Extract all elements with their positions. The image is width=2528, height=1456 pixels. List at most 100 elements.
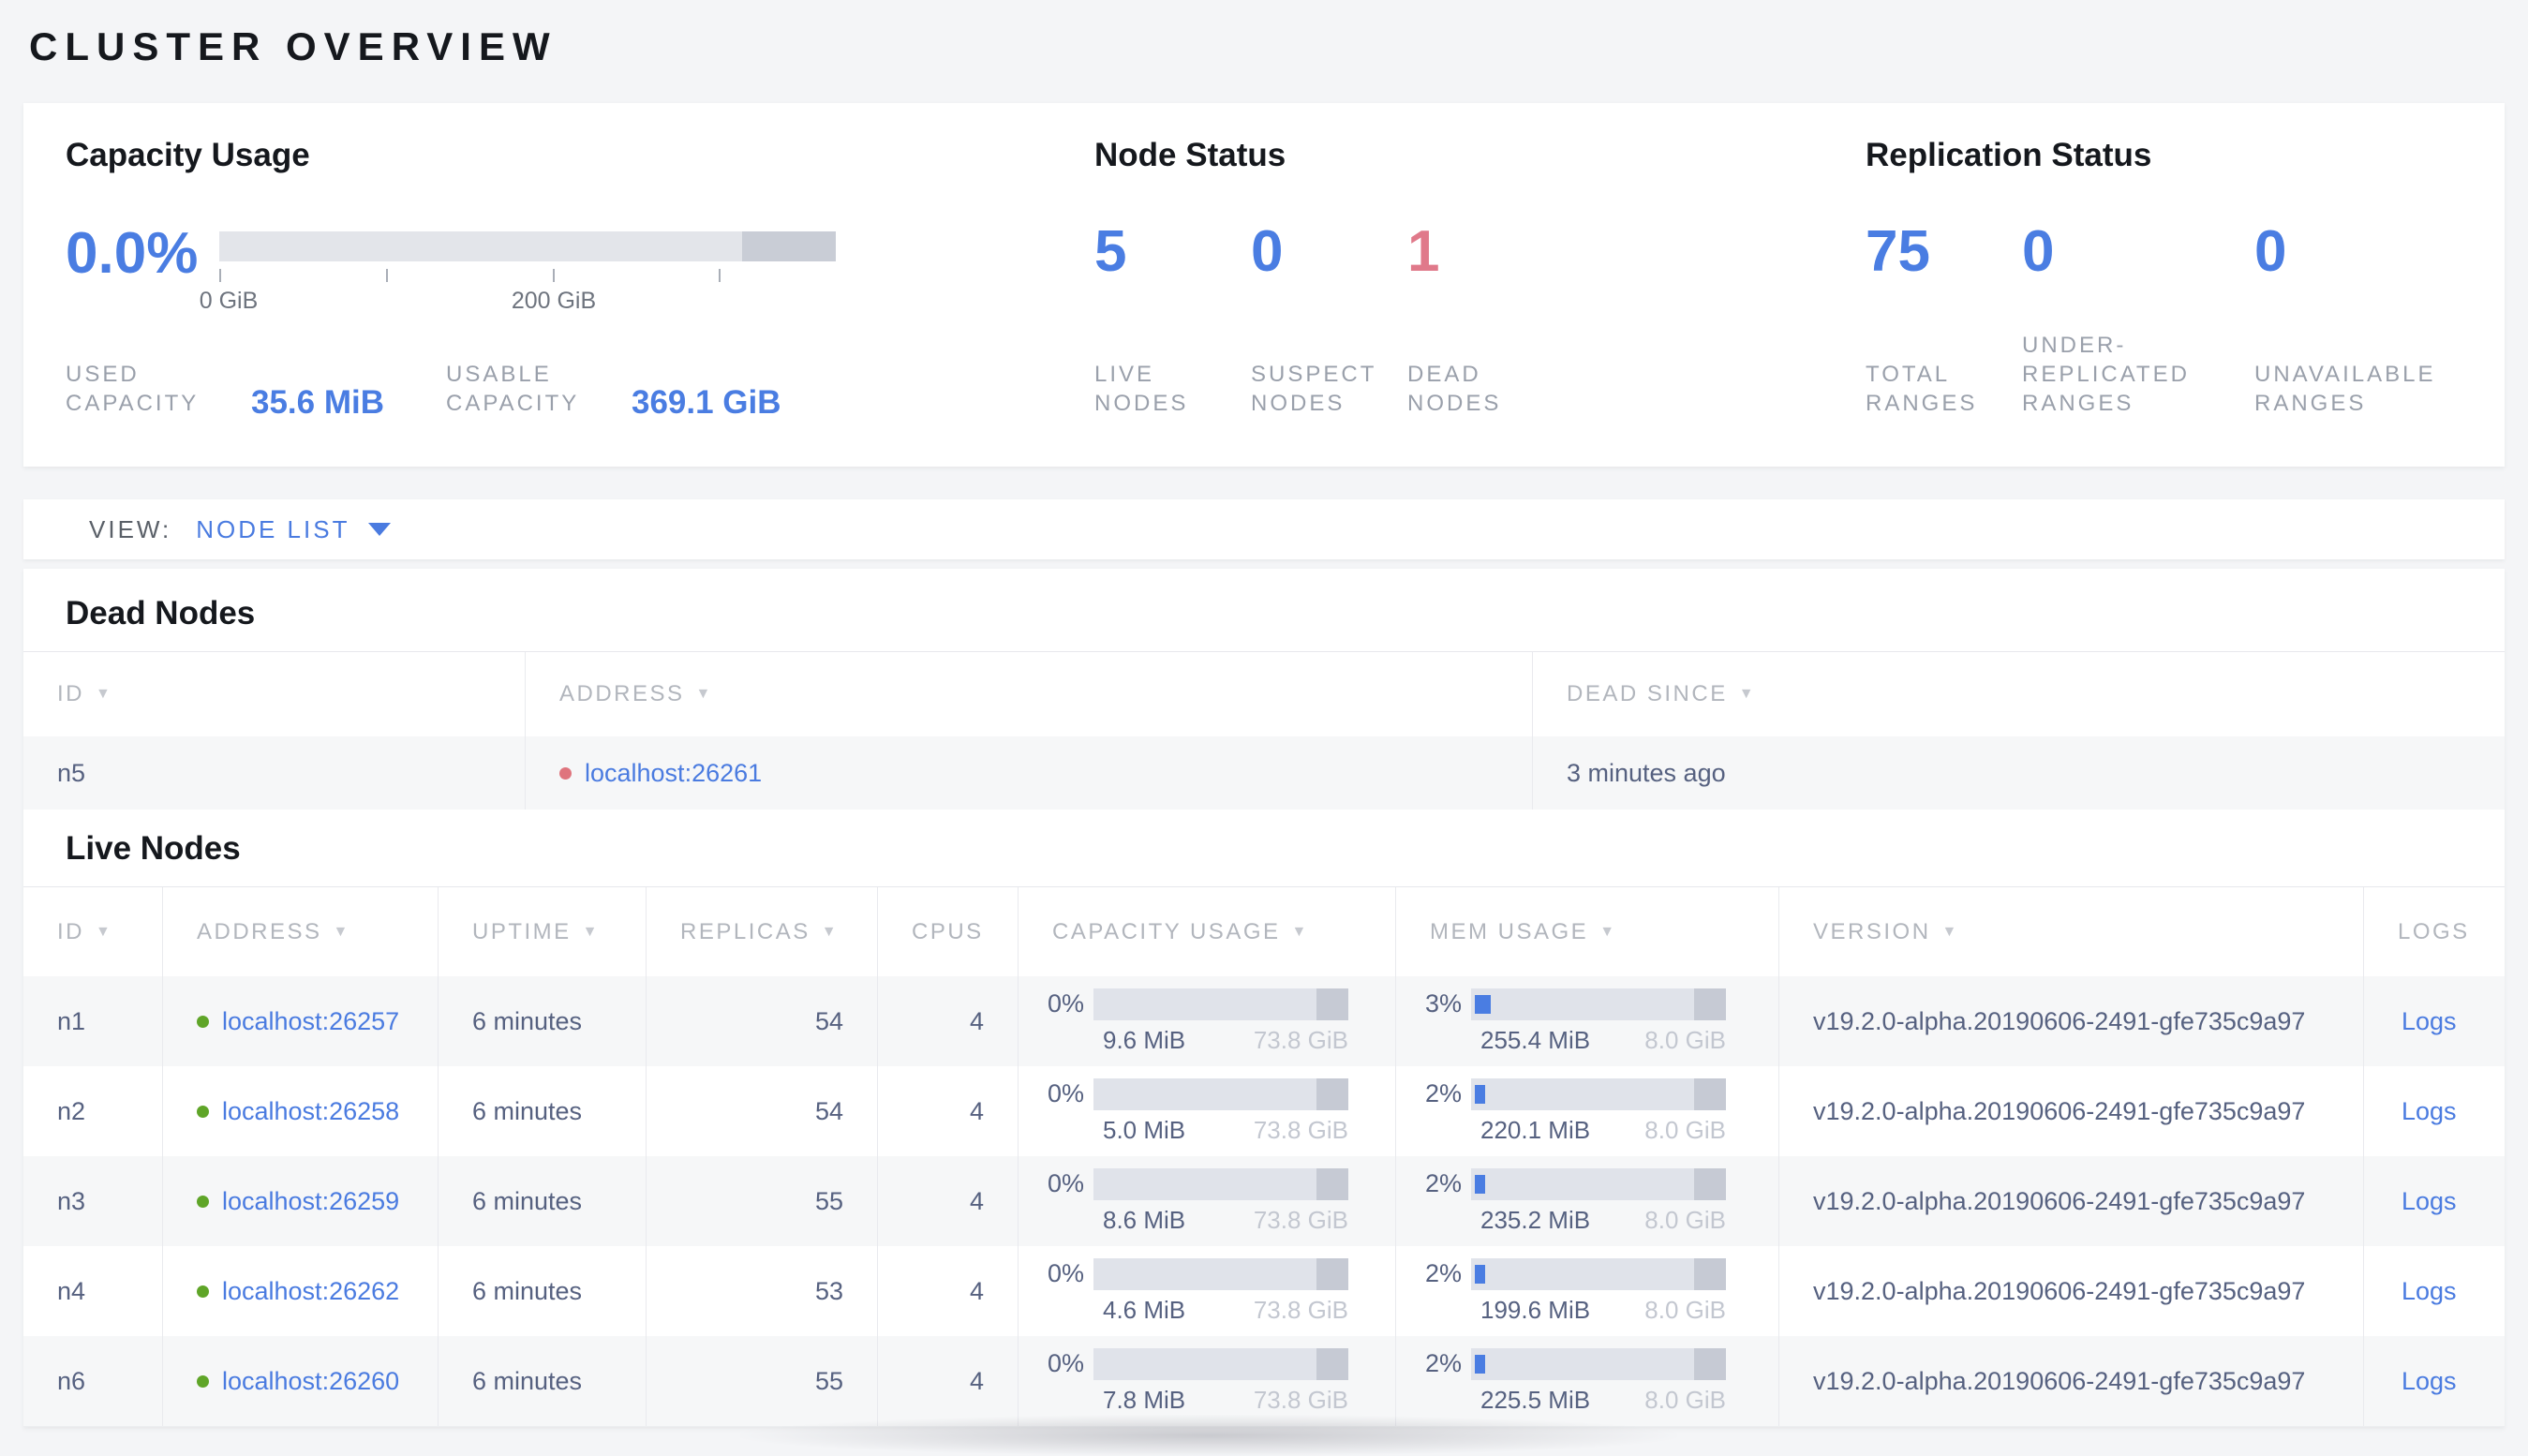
dead-node-address-cell: localhost:26261 [525,736,1532,810]
live-node-logs-cell: Logs [2363,1066,2505,1156]
capacity-used-value: 8.6 MiB [1103,1205,1186,1234]
dead-col-header-dead-since[interactable]: DEAD SINCE ▼ [1532,652,2505,736]
live-node-id: n2 [57,1096,86,1125]
live-col-header-mem[interactable]: MEM USAGE ▼ [1395,887,1778,976]
live-node-address-link[interactable]: localhost:26262 [222,1277,399,1306]
live-node-logs-cell: Logs [2363,1336,2505,1426]
live-node-address-link[interactable]: localhost:26260 [222,1367,399,1396]
sort-arrow-icon: ▼ [96,923,113,940]
live-node-version: v19.2.0-alpha.20190606-2491-gfe735c9a97 [1778,1246,2363,1336]
mem-percent-label: 3% [1424,989,1462,1018]
live-node-mem-cell: 2% 220.1 MiB 8.0 GiB [1395,1066,1778,1156]
sort-arrow-icon: ▼ [821,923,840,940]
gauge-tick-label-200: 200 GiB [511,288,597,314]
dead-nodes-count: 1 [1407,219,1440,284]
logs-link[interactable]: Logs [2402,1187,2457,1216]
logs-link[interactable]: Logs [2402,1277,2457,1306]
mem-percent-label: 2% [1424,1079,1462,1107]
mem-mini-bar [1471,1077,1726,1110]
capacity-total-value: 73.8 GiB [1253,1115,1348,1144]
live-node-version: v19.2.0-alpha.20190606-2491-gfe735c9a97 [1778,1156,2363,1246]
mem-used-value: 255.4 MiB [1480,1025,1591,1054]
live-nodes-heading: Live Nodes [66,830,241,867]
page-title: CLUSTER OVERVIEW [29,24,558,68]
live-node-row: n3 localhost:26259 6 minutes 55 4 0% 8.6… [23,1156,2505,1246]
capacity-percent-label: 0% [1047,1079,1084,1107]
view-selected-value[interactable]: NODE LIST [196,515,349,544]
sort-arrow-icon: ▼ [96,686,113,702]
live-col-header-uptime[interactable]: UPTIME ▼ [438,887,646,976]
live-status-dot-icon [197,1285,209,1298]
live-status-dot-icon [197,1105,209,1118]
live-col-header-replicas[interactable]: REPLICAS ▼ [646,887,877,976]
mem-mini-bar [1471,1347,1726,1380]
live-node-address-link[interactable]: localhost:26257 [222,1007,399,1036]
live-node-id: n6 [23,1336,162,1426]
mem-total-value: 8.0 GiB [1644,1295,1726,1324]
mem-used-value: 199.6 MiB [1480,1295,1591,1324]
capacity-total-value: 73.8 GiB [1253,1295,1348,1324]
live-col-header-version[interactable]: VERSION ▼ [1778,887,2363,976]
live-node-row: n2 localhost:26258 6 minutes 54 4 0% 5.0… [23,1066,2505,1156]
mem-percent-label: 2% [1424,1259,1462,1287]
nodes-tables-card: Dead Nodes ID ▼ ADDRESS ▼ DEAD SINCE ▼ n5 l… [23,569,2505,1427]
capacity-bar-dark-segment [1316,1167,1348,1200]
live-col-header-id[interactable]: ID ▼ [23,887,162,976]
live-node-capacity-cell: 0% 5.0 MiB 73.8 GiB [1018,1066,1395,1156]
live-col-header-cpus: CPUS [877,887,1018,976]
live-node-replicas: 53 [646,1246,877,1336]
dead-nodes-label: DEAD NODES [1407,362,1502,416]
mem-bar-dark-segment [1694,1077,1726,1110]
live-node-address-cell: localhost:26259 [162,1156,438,1246]
used-capacity-value: 35.6 MiB [251,384,384,421]
live-node-uptime: 6 minutes [438,1156,646,1246]
live-col-header-capacity[interactable]: CAPACITY USAGE ▼ [1018,887,1395,976]
live-col-header-address[interactable]: ADDRESS ▼ [162,887,438,976]
mem-mini-bar [1471,988,1726,1020]
live-node-cpus: 4 [877,1156,1018,1246]
live-node-address-cell: localhost:26260 [162,1336,438,1426]
capacity-gauge-track [219,231,836,261]
dead-col-header-address[interactable]: ADDRESS ▼ [525,652,1532,736]
capacity-used-value: 9.6 MiB [1103,1025,1186,1054]
mem-bar-dark-segment [1694,1257,1726,1290]
dead-status-dot-icon [559,766,572,780]
mem-total-value: 8.0 GiB [1644,1385,1726,1414]
unavailable-ranges-count: 0 [2254,219,2287,284]
node-status-title: Node Status [1094,137,1286,173]
logs-link[interactable]: Logs [2402,1007,2457,1036]
unavailable-ranges-label: UNAVAILABLE RANGES [2254,362,2436,416]
live-node-capacity-cell: 0% 8.6 MiB 73.8 GiB [1018,1156,1395,1246]
mem-used-value: 220.1 MiB [1480,1115,1591,1144]
live-node-row: n4 localhost:26262 6 minutes 53 4 0% 4.6… [23,1246,2505,1336]
gauge-tick [219,269,221,282]
used-capacity-label: USED CAPACITY [66,362,200,416]
live-node-mem-cell: 2% 225.5 MiB 8.0 GiB [1395,1336,1778,1426]
mem-total-value: 8.0 GiB [1644,1025,1726,1054]
live-node-capacity-cell: 0% 7.8 MiB 73.8 GiB [1018,1336,1395,1426]
summary-card: Capacity Usage 0.0% 0 GiB 200 GiB USED C… [23,103,2505,467]
live-node-capacity-cell: 0% 4.6 MiB 73.8 GiB [1018,1246,1395,1336]
logs-link[interactable]: Logs [2402,1097,2457,1126]
view-dropdown[interactable]: NODE LIST [196,515,392,544]
gauge-tick-label-0: 0 GiB [199,288,259,314]
live-node-address-cell: localhost:26262 [162,1246,438,1336]
live-node-cpus: 4 [877,1336,1018,1426]
capacity-used-value: 5.0 MiB [1103,1115,1186,1144]
capacity-gauge-dark-segment [742,231,836,261]
dead-col-header-id[interactable]: ID ▼ [23,652,525,736]
replication-status-title: Replication Status [1866,137,2152,173]
gauge-tick [386,269,388,282]
gauge-tick [719,269,721,282]
sort-arrow-icon: ▼ [1941,923,1959,940]
capacity-mini-bar [1093,988,1348,1020]
capacity-gauge: 0 GiB 200 GiB [200,231,836,314]
logs-link[interactable]: Logs [2402,1367,2457,1396]
live-node-address-link[interactable]: localhost:26259 [222,1187,399,1216]
live-node-address-link[interactable]: localhost:26258 [222,1097,399,1126]
mem-bar-dark-segment [1694,988,1726,1020]
live-node-cpus: 4 [877,1066,1018,1156]
live-node-mem-cell: 2% 199.6 MiB 8.0 GiB [1395,1246,1778,1336]
dead-node-address-link[interactable]: localhost:26261 [585,759,762,788]
mem-percent-label: 2% [1424,1349,1462,1377]
